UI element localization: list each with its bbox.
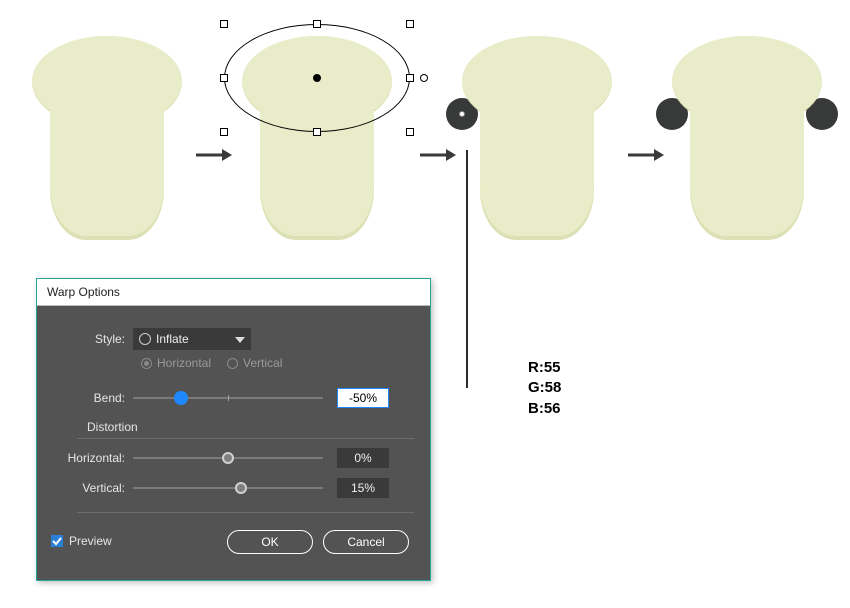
arrow-icon (420, 146, 456, 164)
rgb-g: G:58 (528, 378, 561, 398)
tutorial-steps (32, 36, 822, 246)
horizontal-dist-label: Horizontal: (37, 451, 133, 465)
vertical-slider[interactable] (133, 483, 323, 493)
warp-options-dialog: Warp Options Style: Inflate Horizontal V… (36, 278, 431, 581)
inflate-icon (139, 333, 151, 345)
divider (77, 438, 414, 439)
step-2-shape (242, 36, 392, 236)
arrow-icon (628, 146, 664, 164)
preview-label: Preview (69, 534, 112, 548)
radio-icon (141, 358, 152, 369)
style-value: Inflate (156, 332, 189, 346)
rgb-r: R:55 (528, 358, 561, 378)
bend-label: Bend: (37, 391, 133, 405)
orientation-vertical-radio[interactable]: Vertical (227, 356, 282, 370)
orientation-vertical-label: Vertical (243, 356, 282, 370)
vertical-dist-label: Vertical: (37, 481, 133, 495)
horizontal-input[interactable]: 0% (337, 448, 389, 468)
radio-icon (227, 358, 238, 369)
step-1-shape (32, 36, 182, 236)
ok-button[interactable]: OK (227, 530, 313, 554)
orientation-horizontal-label: Horizontal (157, 356, 211, 370)
preview-checkbox[interactable] (51, 535, 63, 547)
rgb-callout: R:55 G:58 B:56 (528, 358, 561, 419)
divider (77, 512, 414, 513)
orientation-horizontal-radio[interactable]: Horizontal (141, 356, 211, 370)
rgb-b: B:56 (528, 399, 561, 419)
horizontal-thumb[interactable] (222, 452, 234, 464)
step-3-shape (462, 36, 612, 236)
callout-leader (466, 150, 468, 388)
selection-center-icon (313, 74, 321, 82)
dialog-title: Warp Options (37, 279, 430, 306)
selection-side-handle-icon[interactable] (420, 74, 428, 82)
step-4-shape (672, 36, 822, 236)
cancel-button[interactable]: Cancel (323, 530, 409, 554)
anchor-point-icon (459, 111, 465, 117)
bend-slider[interactable] (133, 393, 323, 403)
horizontal-slider[interactable] (133, 453, 323, 463)
style-label: Style: (37, 332, 133, 346)
style-select[interactable]: Inflate (133, 328, 251, 350)
vertical-thumb[interactable] (235, 482, 247, 494)
distortion-group-label: Distortion (87, 420, 138, 434)
bend-input[interactable]: -50% (337, 388, 389, 408)
bend-thumb[interactable] (174, 391, 188, 405)
chevron-down-icon (235, 334, 245, 344)
selection-bounding-box[interactable] (224, 24, 410, 132)
arrow-icon (196, 146, 232, 164)
vertical-input[interactable]: 15% (337, 478, 389, 498)
